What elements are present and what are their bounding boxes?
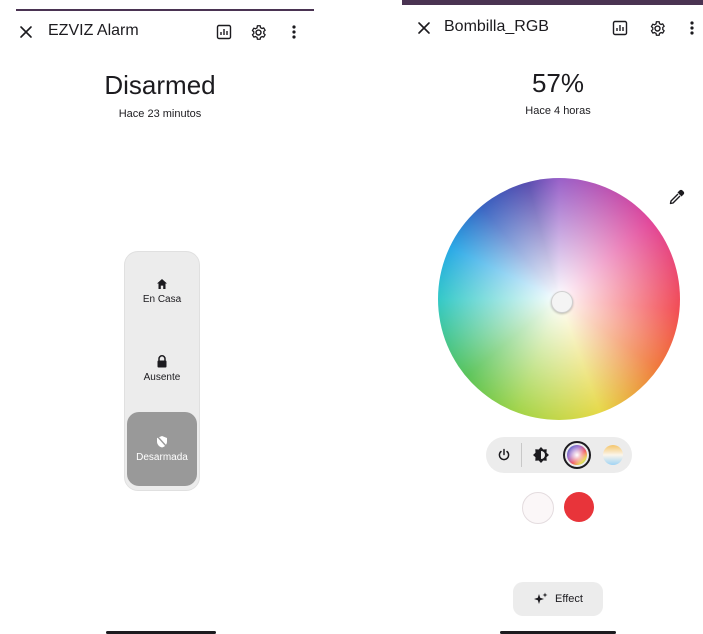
gear-icon[interactable]	[647, 18, 667, 38]
favorite-color-red[interactable]	[564, 492, 594, 522]
shield-off-icon	[156, 436, 168, 448]
dialog-top-accent	[402, 0, 703, 5]
gear-icon[interactable]	[248, 22, 268, 42]
close-icon[interactable]	[16, 22, 36, 42]
last-changed: Hace 23 minutos	[118, 108, 202, 120]
lock-icon	[157, 355, 167, 368]
color-temp-mode-button[interactable]	[598, 440, 628, 470]
brightness-value: 57%	[531, 68, 585, 98]
dialog-title: Bombilla_RGB	[444, 18, 549, 35]
light-more-info-dialog: Bombilla_RGB 57% Hace 4 horas Effect	[402, 0, 703, 634]
mode-divider	[521, 443, 522, 467]
close-icon[interactable]	[414, 18, 434, 38]
mode-label: En Casa	[142, 293, 182, 305]
light-mode-bar	[486, 437, 632, 473]
effect-label: Effect	[555, 593, 583, 605]
mode-label: Desarmada	[136, 452, 188, 463]
effect-button[interactable]: Effect	[513, 582, 603, 616]
last-changed: Hace 4 horas	[525, 105, 591, 117]
mode-ausente[interactable]: Ausente	[127, 332, 197, 406]
mode-desarmada[interactable]: Desarmada	[127, 412, 197, 486]
alarm-more-info-dialog: EZVIZ Alarm Disarmed Hace 23 minutos En …	[0, 0, 352, 634]
mode-en-casa[interactable]: En Casa	[127, 254, 197, 328]
color-wheel-thumb[interactable]	[551, 291, 573, 313]
power-toggle[interactable]	[489, 440, 519, 470]
dialog-title: EZVIZ Alarm	[48, 22, 139, 39]
home-icon	[157, 278, 167, 289]
eyedropper-icon[interactable]	[666, 186, 688, 208]
color-wheel-icon	[563, 441, 591, 469]
brightness-icon	[533, 447, 549, 463]
mode-label: Ausente	[143, 372, 181, 383]
sparkles-icon	[534, 592, 548, 604]
color-mode-button[interactable]	[562, 440, 592, 470]
brightness-mode-button[interactable]	[526, 440, 556, 470]
alarm-state: Disarmed	[104, 70, 216, 100]
favorite-color-white[interactable]	[522, 492, 554, 524]
alarm-mode-selector: En Casa Ausente Desarmada	[124, 251, 200, 491]
more-vert-icon[interactable]	[284, 22, 304, 42]
history-chart-icon[interactable]	[214, 22, 234, 42]
power-icon	[498, 448, 510, 461]
history-chart-icon[interactable]	[610, 18, 630, 38]
dialog-top-accent	[16, 9, 314, 11]
color-temp-icon	[603, 445, 623, 465]
more-vert-icon[interactable]	[682, 18, 702, 38]
